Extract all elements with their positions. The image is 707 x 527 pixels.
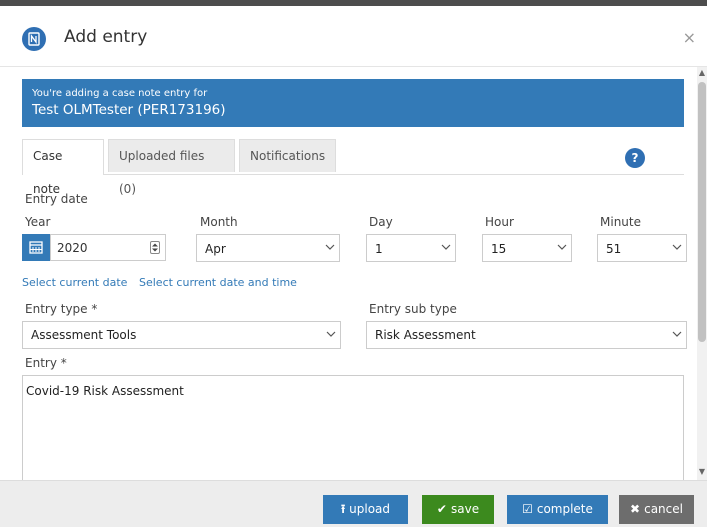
scroll-down-icon[interactable]: ▼: [698, 467, 706, 477]
chevron-down-icon: [437, 235, 455, 261]
select-current-date-time-link[interactable]: Select current date and time: [139, 276, 297, 289]
x-icon: ✖: [630, 502, 641, 516]
year-spinner-icon[interactable]: [150, 241, 160, 254]
banner-intro-text: You're adding a case note entry for: [32, 88, 208, 99]
close-icon[interactable]: ×: [683, 28, 696, 47]
minute-label: Minute: [600, 215, 641, 229]
hour-select[interactable]: 15: [482, 234, 572, 262]
chevron-down-icon: [668, 235, 686, 261]
chevron-down-icon: [668, 322, 686, 348]
entry-textarea[interactable]: Covid-19 Risk Assessment: [22, 375, 684, 480]
chevron-down-icon: [553, 235, 571, 261]
entry-sub-type-value: Risk Assessment: [375, 328, 476, 342]
cancel-button-label: cancel: [644, 502, 683, 516]
minute-select[interactable]: 51: [597, 234, 687, 262]
day-select[interactable]: 1: [366, 234, 456, 262]
dialog-header: Add entry ×: [0, 6, 707, 67]
entry-type-value: Assessment Tools: [31, 328, 137, 342]
upload-icon: ⭱: [340, 502, 346, 516]
entry-sub-type-label: Entry sub type: [369, 302, 457, 316]
year-input[interactable]: 2020: [50, 234, 166, 261]
entry-sub-type-select[interactable]: Risk Assessment: [366, 321, 687, 349]
scrollbar-thumb[interactable]: [698, 82, 706, 342]
entry-type-select[interactable]: Assessment Tools: [22, 321, 341, 349]
checkbox-icon: ☑: [522, 502, 533, 516]
year-value: 2020: [57, 241, 88, 255]
scroll-up-icon[interactable]: ▲: [698, 68, 706, 78]
entry-type-label: Entry type *: [25, 302, 98, 316]
month-select[interactable]: Apr: [196, 234, 340, 262]
tab-notifications[interactable]: Notifications: [239, 139, 336, 172]
entry-text: Covid-19 Risk Assessment: [26, 384, 184, 398]
hour-value: 15: [491, 242, 507, 256]
upload-button-label: upload: [349, 502, 391, 516]
notes-app-icon: [22, 27, 46, 51]
calendar-icon[interactable]: [22, 234, 50, 261]
day-label: Day: [369, 215, 393, 229]
month-value: Apr: [205, 242, 226, 256]
cancel-button[interactable]: ✖ cancel: [619, 495, 694, 524]
entry-label: Entry *: [25, 356, 67, 370]
day-value: 1: [375, 242, 383, 256]
complete-button-label: complete: [536, 502, 593, 516]
hour-label: Hour: [485, 215, 514, 229]
dialog-title: Add entry: [64, 27, 148, 47]
banner-person-name: Test OLMTester (PER173196): [32, 102, 226, 118]
entry-date-heading: Entry date: [25, 192, 88, 206]
tab-case-note[interactable]: Case note: [22, 139, 104, 196]
tab-bar: Case note Uploaded files (0) Notificatio…: [22, 139, 684, 196]
year-label: Year: [25, 215, 51, 229]
save-button[interactable]: ✔ save: [422, 495, 494, 524]
tab-uploaded-files[interactable]: Uploaded files (0): [108, 139, 235, 196]
help-icon[interactable]: ?: [625, 148, 645, 168]
dialog-footer: ⭱ upload ✔ save ☑ complete ✖ cancel: [0, 480, 707, 527]
minute-value: 51: [606, 242, 622, 256]
chevron-down-icon: [322, 322, 340, 348]
case-note-banner: You're adding a case note entry for Test…: [22, 79, 684, 127]
select-current-date-link[interactable]: Select current date: [22, 276, 127, 289]
complete-button[interactable]: ☑ complete: [507, 495, 608, 524]
checkmark-icon: ✔: [436, 502, 447, 516]
dialog-body: You're adding a case note entry for Test…: [0, 67, 697, 480]
upload-button[interactable]: ⭱ upload: [323, 495, 408, 524]
month-label: Month: [200, 215, 238, 229]
chevron-down-icon: [321, 235, 339, 261]
save-button-label: save: [450, 502, 480, 516]
